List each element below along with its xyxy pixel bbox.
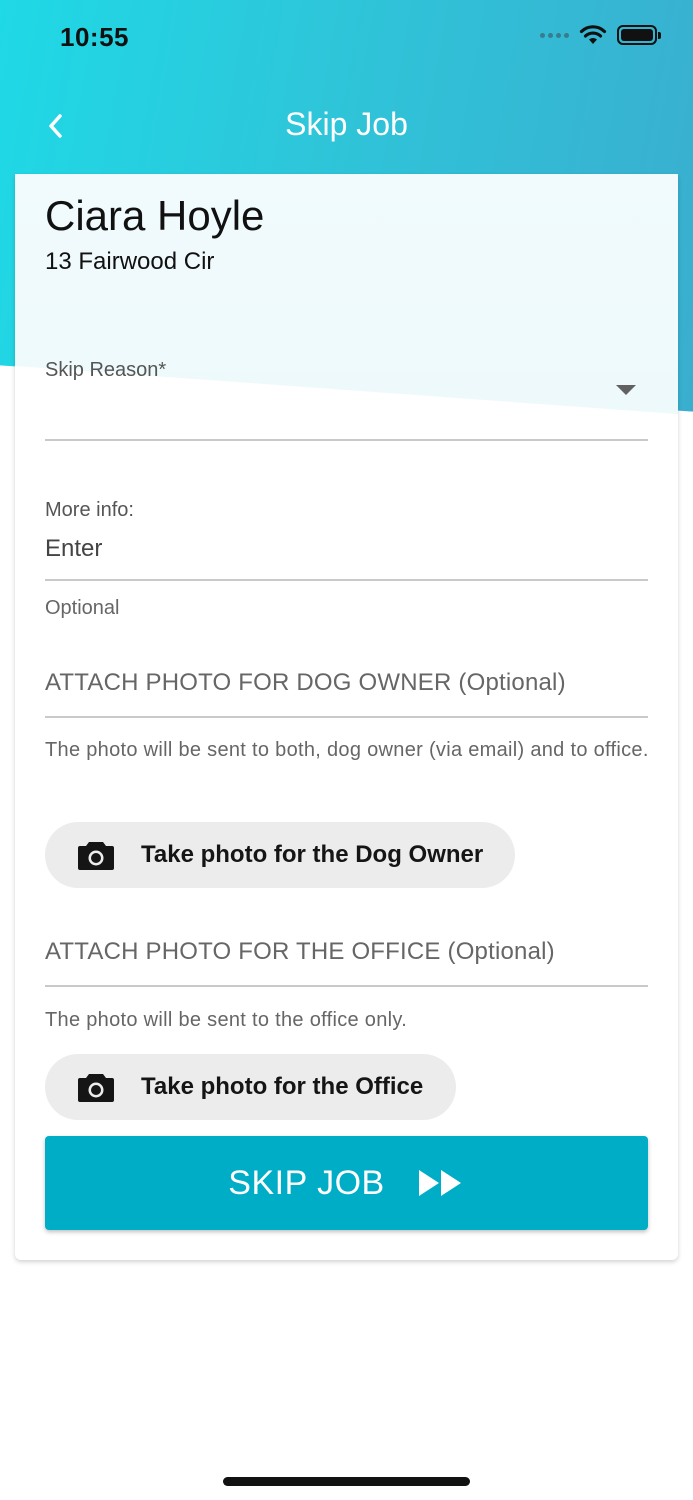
more-info-underline bbox=[45, 579, 648, 581]
page-title: Skip Job bbox=[285, 106, 408, 142]
office-photo-title: ATTACH PHOTO FOR THE OFFICE (Optional) bbox=[45, 938, 555, 965]
skip-job-card: Ciara Hoyle 13 Fairwood Cir Skip Reason*… bbox=[15, 174, 678, 1260]
office-photo-divider bbox=[45, 985, 648, 987]
take-photo-office-button[interactable]: Take photo for the Office bbox=[45, 1054, 456, 1120]
wifi-icon bbox=[579, 25, 607, 44]
owner-photo-description: The photo will be sent to both, dog owne… bbox=[45, 739, 649, 761]
skip-job-button[interactable]: SKIP JOB bbox=[45, 1136, 648, 1230]
office-photo-description: The photo will be sent to the office onl… bbox=[45, 1009, 408, 1031]
home-indicator[interactable] bbox=[223, 1477, 470, 1486]
more-info-helper: Optional bbox=[45, 597, 120, 619]
more-info-input[interactable] bbox=[45, 529, 648, 569]
fast-forward-icon bbox=[418, 1170, 461, 1196]
camera-icon bbox=[78, 1074, 114, 1102]
take-photo-office-label: Take photo for the Office bbox=[141, 1073, 424, 1100]
status-icons bbox=[540, 24, 661, 46]
skip-job-label: SKIP JOB bbox=[228, 1163, 385, 1202]
status-time: 10:55 bbox=[60, 22, 129, 52]
cellular-signal-icon bbox=[540, 32, 569, 38]
owner-photo-title: ATTACH PHOTO FOR DOG OWNER (Optional) bbox=[45, 669, 566, 696]
take-photo-owner-label: Take photo for the Dog Owner bbox=[141, 841, 484, 868]
dropdown-arrow-icon[interactable] bbox=[616, 385, 636, 395]
client-address: 13 Fairwood Cir bbox=[45, 248, 215, 275]
battery-icon bbox=[617, 25, 661, 45]
skip-reason-underline bbox=[45, 439, 648, 441]
owner-photo-divider bbox=[45, 716, 648, 718]
more-info-label: More info: bbox=[45, 499, 134, 521]
client-name: Ciara Hoyle bbox=[45, 192, 265, 239]
camera-icon bbox=[78, 842, 114, 870]
skip-reason-select[interactable] bbox=[45, 360, 648, 440]
take-photo-owner-button[interactable]: Take photo for the Dog Owner bbox=[45, 822, 515, 888]
